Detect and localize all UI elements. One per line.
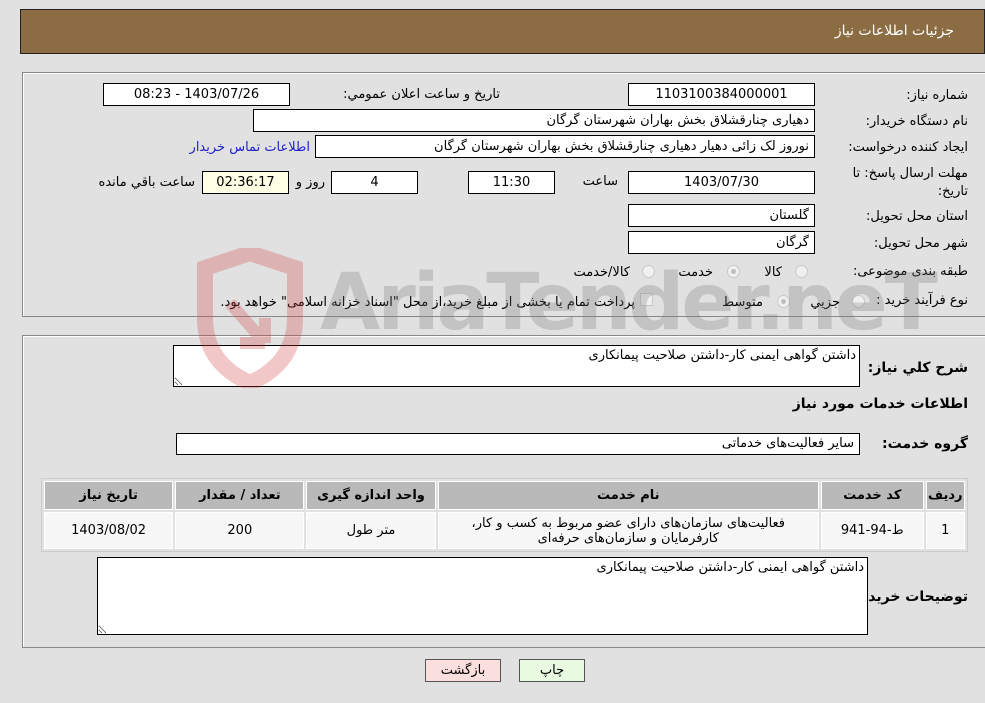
purchase-radio-medium[interactable] xyxy=(777,295,790,308)
treasury-note: پرداخت تمام یا بخشی از مبلغ خرید،از محل … xyxy=(220,295,635,310)
time-remaining-label: ساعت باقي مانده xyxy=(98,175,195,190)
purchase-option-medium: متوسط xyxy=(722,295,763,310)
cell-row: 1 xyxy=(925,512,965,549)
col-header-name: نام خدمت xyxy=(437,481,819,510)
col-header-unit: واحد اندازه گیری xyxy=(306,481,436,510)
category-radio-goods[interactable] xyxy=(795,265,808,278)
category-option-goods: کالا xyxy=(764,265,782,280)
col-header-code: کد خدمت xyxy=(820,481,924,510)
service-group-label: گروه خدمت: xyxy=(882,436,968,452)
need-number-field: 1103100384000001 xyxy=(628,83,815,106)
category-option-service: خدمت xyxy=(678,265,713,280)
services-heading: اطلاعات خدمات مورد نیاز xyxy=(792,396,968,412)
days-remaining-field: 4 xyxy=(331,171,418,194)
col-header-row: ردیف xyxy=(925,481,965,510)
city-field: گرگان xyxy=(628,231,815,254)
deadline-time-label: ساعت xyxy=(582,174,618,189)
time-remaining-field: 02:36:17 xyxy=(202,171,289,194)
treasury-checkbox[interactable] xyxy=(640,293,653,306)
buyer-notes-textarea[interactable]: داشتن گواهی ایمنی کار-داشتن صلاحیت پیمان… xyxy=(97,557,868,635)
need-details-panel: شرح کلي نیاز: داشتن گواهی ایمنی کار-داشت… xyxy=(22,335,985,648)
category-radio-service[interactable] xyxy=(727,265,740,278)
col-header-qty: تعداد / مقدار xyxy=(175,481,305,510)
buyer-contact-link[interactable]: اطلاعات تماس خریدار xyxy=(190,140,310,155)
page-title: جزئیات اطلاعات نیاز xyxy=(834,23,954,39)
city-label: شهر محل تحویل: xyxy=(873,236,968,251)
col-header-date: تاریخ نیاز xyxy=(44,481,174,510)
announce-datetime-field: 1403/07/26 - 08:23 xyxy=(103,83,290,106)
table-row: 1 ط-94-941 فعالیت‌های سازمان‌های دارای ع… xyxy=(44,512,965,549)
service-group-field: سایر فعالیت‌های خدماتی xyxy=(176,433,860,455)
purchase-option-minor: جزيي xyxy=(810,295,840,310)
category-radio-goods-service[interactable] xyxy=(642,265,655,278)
province-label: استان محل تحویل: xyxy=(866,209,968,224)
cell-unit: متر طول xyxy=(306,512,436,549)
summary-textarea[interactable]: داشتن گواهی ایمنی کار-داشتن صلاحیت پیمان… xyxy=(173,345,860,387)
buyer-org-field: دهیاری چنارقشلاق بخش بهاران شهرستان گرگا… xyxy=(253,109,815,132)
requester-label: ایجاد کننده درخواست: xyxy=(848,140,968,155)
deadline-label: مهلت ارسال پاسخ: تا تاریخ: xyxy=(852,166,968,199)
cell-qty: 200 xyxy=(175,512,305,549)
table-header-row: ردیف کد خدمت نام خدمت واحد اندازه گیری ت… xyxy=(44,481,965,510)
requester-field: نوروز لک زائی دهیار دهیاری چنارقشلاق بخش… xyxy=(315,135,815,158)
deadline-time-field: 11:30 xyxy=(468,171,555,194)
cell-code: ط-94-941 xyxy=(820,512,924,549)
cell-name: فعالیت‌های سازمان‌های دارای عضو مربوط به… xyxy=(437,512,819,549)
cell-date: 1403/08/02 xyxy=(44,512,174,549)
services-table: ردیف کد خدمت نام خدمت واحد اندازه گیری ت… xyxy=(41,478,968,552)
page-header: جزئیات اطلاعات نیاز xyxy=(20,9,985,54)
deadline-date-field: 1403/07/30 xyxy=(628,171,815,194)
announce-datetime-label: تاریخ و ساعت اعلان عمومي: xyxy=(343,87,500,102)
buyer-org-label: نام دستگاه خریدار: xyxy=(865,114,968,129)
purchase-radio-minor[interactable] xyxy=(852,295,865,308)
summary-label: شرح کلي نیاز: xyxy=(867,360,968,376)
print-button[interactable]: چاپ xyxy=(519,659,585,682)
province-field: گلستان xyxy=(628,204,815,227)
category-label: طبقه بندی موضوعی: xyxy=(852,264,968,279)
days-label: روز و xyxy=(295,175,325,190)
need-number-label: شماره نیاز: xyxy=(906,88,968,103)
category-option-goods-service: کالا/خدمت xyxy=(573,265,630,280)
need-info-panel: شماره نیاز: 1103100384000001 تاریخ و ساع… xyxy=(22,72,985,317)
back-button[interactable]: بازگشت xyxy=(425,659,501,682)
purchase-type-label: نوع فرآیند خرید : xyxy=(876,293,968,308)
